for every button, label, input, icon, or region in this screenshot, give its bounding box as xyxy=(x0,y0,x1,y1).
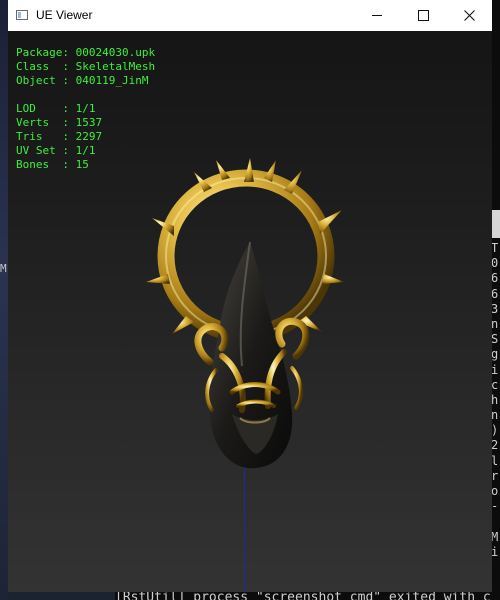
window-title: UE Viewer xyxy=(36,8,93,22)
background-text-fragment: M xyxy=(0,262,7,275)
close-button[interactable] xyxy=(446,0,492,31)
info-tris: Tris : 2297 xyxy=(16,130,103,143)
info-object: Object : 040119_JinM xyxy=(16,74,149,87)
maximize-button[interactable] xyxy=(400,0,446,31)
skeletal-mesh-model xyxy=(146,158,344,469)
minimize-button[interactable] xyxy=(354,0,400,31)
info-class: Class : SkeletalMesh xyxy=(16,60,156,73)
info-uvset: UV Set : 1/1 xyxy=(16,144,96,157)
background-window-edge xyxy=(492,210,500,238)
background-terminal-text: T 0 6 6 3 n S g i c h n ) 2 l r o - M i xyxy=(491,241,499,559)
info-lod: LOD : 1/1 xyxy=(16,102,96,115)
3d-viewport[interactable]: Package: 00024030.upk Class : SkeletalMe… xyxy=(8,31,492,592)
info-bones: Bones : 15 xyxy=(16,158,89,171)
mesh-info-overlay: Package: 00024030.upk Class : SkeletalMe… xyxy=(16,46,155,172)
desktop-background-left xyxy=(0,0,8,600)
info-package: Package: 00024030.upk xyxy=(16,46,156,59)
maximize-icon xyxy=(417,10,429,21)
title-bar[interactable]: UE Viewer xyxy=(8,0,492,31)
info-verts: Verts : 1537 xyxy=(16,116,103,129)
close-icon xyxy=(463,10,475,21)
minimize-icon xyxy=(372,15,382,16)
window-app-icon[interactable] xyxy=(16,10,28,20)
ue-viewer-window: UE Viewer Package: 00024030.upk Class : … xyxy=(8,0,492,592)
